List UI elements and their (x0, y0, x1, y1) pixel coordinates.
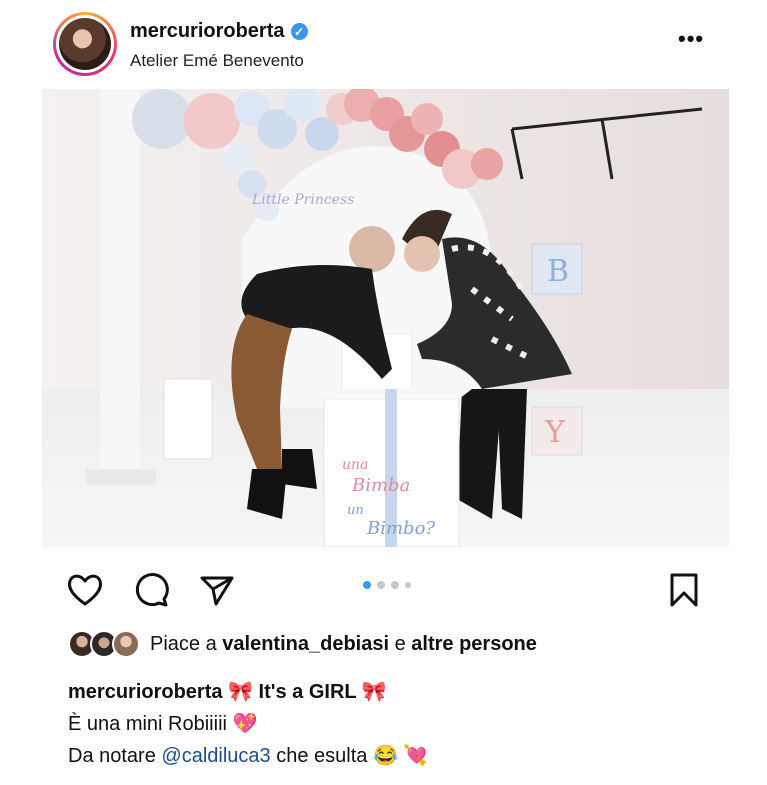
caption-line-3-prefix: Da notare (68, 745, 156, 767)
carousel-indicator (363, 581, 411, 589)
box-text-2: Bimba (351, 475, 410, 496)
carousel-dot (391, 581, 399, 589)
username-row: mercurioroberta ✓ (130, 20, 308, 43)
carousel-dot (405, 582, 411, 588)
likes-row[interactable]: Piace a valentina_debiasi e altre person… (68, 628, 537, 660)
avatar-image (59, 18, 111, 70)
likes-text: Piace a valentina_debiasi e altre person… (150, 633, 537, 656)
verified-badge-icon: ✓ (290, 23, 308, 40)
username-link[interactable]: mercurioroberta (130, 20, 285, 43)
block-letter-y: Y (544, 415, 566, 450)
mention-link[interactable]: @caldiluca3 (161, 745, 270, 767)
other-likers-link[interactable]: altre persone (411, 633, 537, 655)
post-caption: mercurioroberta 🎀 It's a GIRL 🎀 È una mi… (68, 676, 428, 772)
more-options-button[interactable]: ••• (678, 28, 704, 50)
post-photo[interactable]: Little Princess B Y una Bimba un Bimbo? (42, 89, 729, 547)
caption-line-2: È una mini Robiiiii 💖 (68, 713, 258, 735)
caption-title: 🎀 It's a GIRL 🎀 (228, 681, 387, 703)
bookmark-icon[interactable] (664, 570, 704, 610)
comment-icon[interactable] (131, 570, 171, 610)
block-letter-b: B (547, 254, 569, 289)
share-icon[interactable] (197, 570, 237, 610)
box-text-3: un (347, 503, 364, 518)
box-text-1: una (342, 457, 368, 473)
liker-username-link[interactable]: valentina_debiasi (222, 633, 389, 655)
likes-conjunction: e (394, 632, 406, 655)
location-link[interactable]: Atelier Emé Benevento (130, 51, 304, 71)
post-header: mercurioroberta ✓ Atelier Emé Benevento … (0, 0, 767, 88)
caption-username-link[interactable]: mercurioroberta (68, 681, 223, 703)
caption-line-3-suffix: che esulta 😂 💘 (276, 745, 429, 767)
liker-avatars (68, 630, 142, 658)
party-scene-image: Little Princess B Y una Bimba un Bimbo? (42, 89, 729, 547)
likes-prefix: Piace a (150, 632, 217, 655)
liker-avatar (112, 630, 140, 658)
profile-avatar[interactable] (53, 12, 117, 76)
caption-line-1: mercurioroberta 🎀 It's a GIRL 🎀 (68, 676, 428, 708)
heart-icon[interactable] (65, 570, 105, 610)
caption-line-3: Da notare @caldiluca3 che esulta 😂 💘 (68, 740, 428, 772)
carousel-dot (377, 581, 385, 589)
box-text-4: Bimbo? (366, 518, 435, 539)
carousel-dot-active (363, 581, 371, 589)
backdrop-sign-text: Little Princess (251, 192, 354, 208)
